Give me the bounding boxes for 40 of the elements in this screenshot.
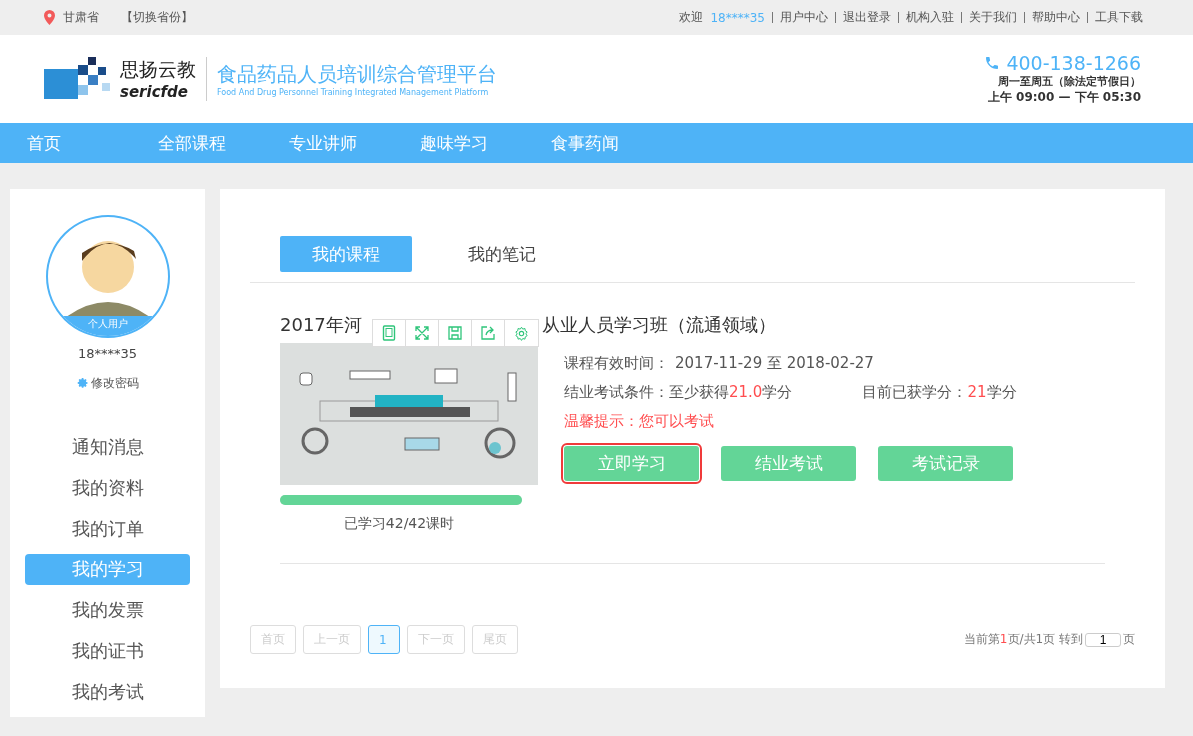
top-link[interactable]: 机构入驻 [906, 9, 954, 26]
service-days: 周一至周五（除法定节假日） [998, 74, 1141, 89]
top-link[interactable]: 用户中心 [780, 9, 828, 26]
sidebar-item[interactable]: 我的订单 [25, 513, 190, 545]
phone-icon [984, 55, 1001, 71]
validity-label: 课程有效时间： [564, 354, 669, 373]
sidebar-item[interactable]: 我的发票 [25, 594, 190, 626]
top-link[interactable]: 退出登录 [843, 9, 891, 26]
tab[interactable]: 我的笔记 [436, 236, 568, 272]
earned-credits: 目前已获学分：21学分 [862, 383, 1017, 402]
brand-name: 思扬云教 [120, 57, 196, 82]
progress-text: 已学习42/42课时 [343, 515, 455, 533]
switch-province-link[interactable]: 【切换省份】 [121, 9, 193, 26]
sidebar-item[interactable]: 我的考试 [25, 676, 190, 707]
service-hours: 上午 09:00 — 下午 05:30 [987, 89, 1141, 106]
gear-icon [76, 377, 89, 390]
page-unit: 页 [1123, 631, 1135, 648]
brand-latin: sericfde [120, 83, 189, 101]
top-link[interactable]: 关于我们 [969, 9, 1017, 26]
sidebar-item[interactable]: 我的资料 [25, 472, 190, 504]
location-pin-icon [44, 10, 55, 25]
platform-subtitle: Food And Drug Personnel Training Integrated Management Platform [217, 88, 490, 97]
sidebar-item[interactable]: 通知消息 [25, 431, 190, 463]
goto-page-field[interactable]: 1 [1085, 632, 1121, 647]
course-title: 2017年河 [280, 313, 362, 337]
logo-icon [44, 57, 112, 101]
province-label: 甘肃省 [63, 9, 99, 26]
username: 18****35 [77, 345, 138, 361]
exam-condition: 结业考试条件：至少获得21.0学分 [564, 383, 793, 402]
top-link[interactable]: 工具下载 [1095, 9, 1143, 26]
welcome-text: 欢迎 [679, 9, 704, 26]
phone-number: 400-138-1266 [1006, 52, 1141, 74]
change-password-link[interactable]: 修改密码 [90, 374, 139, 392]
platform-title: 食品药品人员培训综合管理平台 [217, 61, 498, 88]
page-summary: 当前第1页/共1页 转到 [963, 631, 1083, 648]
top-link[interactable]: 帮助中心 [1032, 9, 1080, 26]
sidebar-item[interactable]: 我的证书 [25, 635, 190, 667]
validity-dates: 2017-11-29 至 2018-02-27 [675, 354, 874, 373]
course-title: 从业人员学习班（流通领域） [541, 313, 776, 337]
exam-hint: 温馨提示：您可以考试 [564, 412, 714, 431]
